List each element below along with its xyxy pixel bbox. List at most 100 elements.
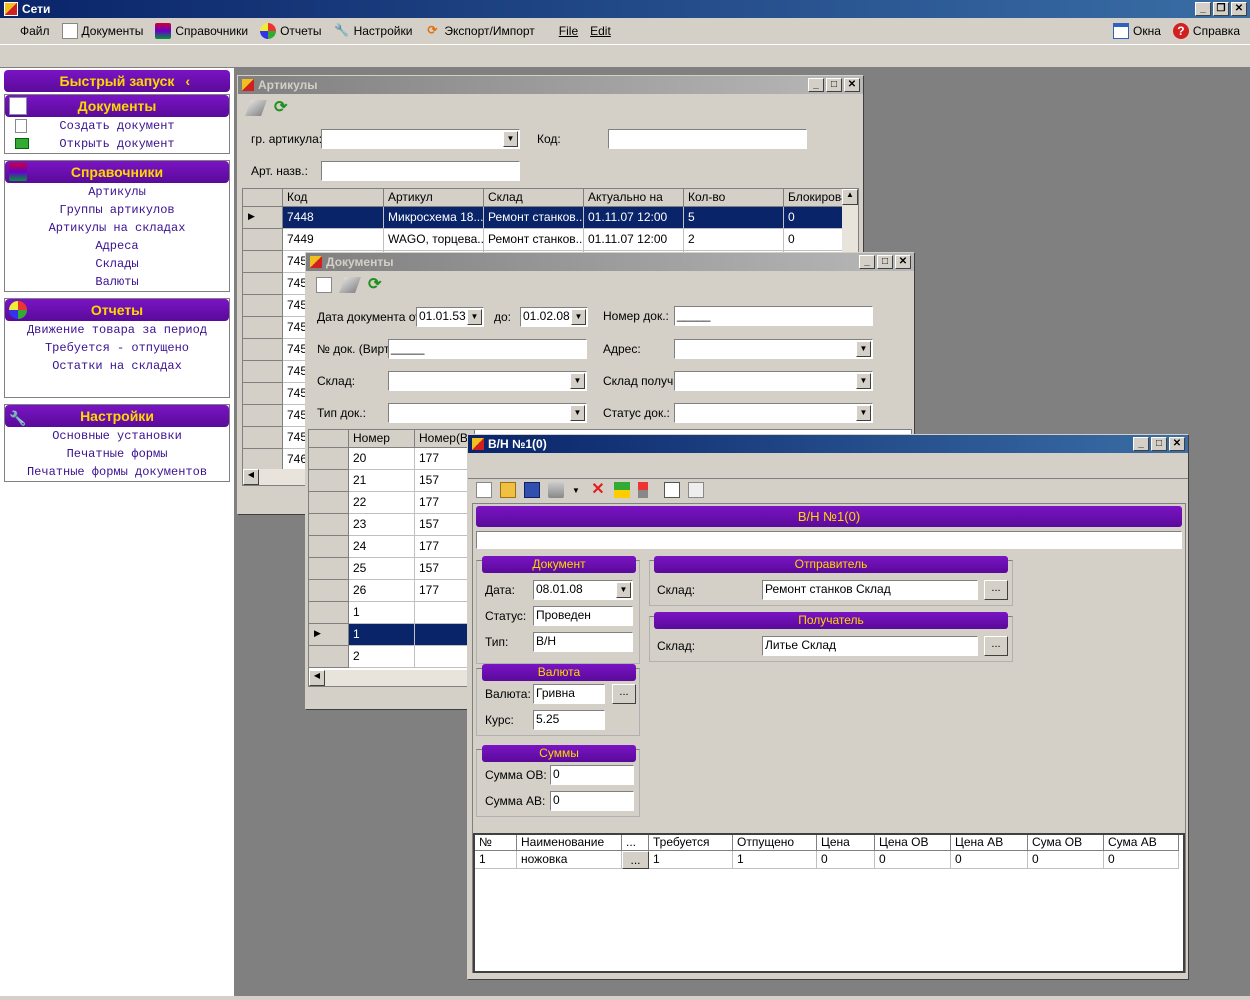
menu-export-import[interactable]: ⟳ Экспорт/Импорт xyxy=(418,20,540,42)
row-selector[interactable] xyxy=(243,383,283,405)
date-to-picker[interactable]: 01.02.08 ▼ xyxy=(520,307,588,327)
minimize-button[interactable]: _ xyxy=(859,255,875,269)
cell[interactable]: WAGO, торцева... xyxy=(384,229,484,251)
chevron-down-icon[interactable]: ▼ xyxy=(570,405,585,421)
col-blocked[interactable]: Блокирова xyxy=(784,189,844,207)
documents-window-titlebar[interactable]: Документы _ □ ✕ xyxy=(306,253,914,271)
close-button[interactable]: ✕ xyxy=(1231,2,1247,16)
row-selector[interactable] xyxy=(309,514,349,536)
new-document-icon[interactable] xyxy=(476,482,492,498)
row-selector[interactable]: ▶ xyxy=(243,207,283,229)
table-row-cell[interactable]: 0 xyxy=(951,851,1028,869)
table-row-number[interactable]: 24 xyxy=(349,536,415,558)
cell[interactable]: Ремонт станков... xyxy=(484,207,584,229)
menu-settings[interactable]: 🔧 Настройки xyxy=(328,20,419,42)
close-button[interactable]: ✕ xyxy=(844,78,860,92)
sidebar-link-article-groups[interactable]: Группы артикулов xyxy=(5,201,229,219)
table-row-number[interactable]: 26 xyxy=(349,580,415,602)
invoice-window-titlebar[interactable]: В/Н №1(0) _ □ ✕ xyxy=(468,435,1188,453)
items-col-header[interactable]: № xyxy=(475,835,517,851)
close-button[interactable]: ✕ xyxy=(895,255,911,269)
cell[interactable]: 7448 xyxy=(283,207,384,229)
row-selector[interactable] xyxy=(309,558,349,580)
cell[interactable]: 01.11.07 12:00 xyxy=(584,229,684,251)
chevron-left-icon[interactable]: ‹ xyxy=(185,70,190,92)
table-row-number-v[interactable]: 157 xyxy=(415,470,475,492)
row-selector[interactable] xyxy=(243,427,283,449)
table-row-cell[interactable]: 1 xyxy=(733,851,817,869)
table-row-number-v[interactable]: 177 xyxy=(415,536,475,558)
menu-edit[interactable]: Edit xyxy=(584,20,617,42)
sidebar-link-create-document[interactable]: Создать документ xyxy=(5,117,229,135)
table-row-cell[interactable]: 0 xyxy=(1028,851,1104,869)
table-row-number[interactable]: 21 xyxy=(349,470,415,492)
maximize-button[interactable]: □ xyxy=(826,78,842,92)
cell[interactable]: 0 xyxy=(784,207,844,229)
row-selector[interactable] xyxy=(243,405,283,427)
doc-number-input[interactable]: _____ xyxy=(674,306,873,326)
date-from-picker[interactable]: 01.01.53 ▼ xyxy=(416,307,484,327)
table-row-number[interactable]: 22 xyxy=(349,492,415,514)
refresh-icon[interactable]: ⟳ xyxy=(368,277,384,293)
row-selector[interactable] xyxy=(309,536,349,558)
sum-av-field[interactable]: 0 xyxy=(550,791,634,811)
warehouse-combo[interactable]: ▼ xyxy=(388,371,587,391)
app-titlebar[interactable]: Сети _ ❐ ✕ xyxy=(0,0,1250,18)
table-row-cell[interactable]: ножовка xyxy=(517,851,622,869)
receiver-warehouse-field[interactable]: Литье Склад xyxy=(762,636,978,656)
menu-references[interactable]: Справочники xyxy=(149,20,254,42)
delete-icon[interactable]: ✕ xyxy=(590,482,606,498)
sidebar-group-references-header[interactable]: Справочники xyxy=(5,161,229,183)
items-col-header[interactable]: ... xyxy=(622,835,649,851)
warehouse-recv-combo[interactable]: ▼ xyxy=(674,371,873,391)
code-input[interactable] xyxy=(608,129,807,149)
currency-field[interactable]: Гривна xyxy=(533,684,605,704)
table-row-cell[interactable]: 1 xyxy=(475,851,517,869)
close-button[interactable]: ✕ xyxy=(1169,437,1185,451)
scroll-up-icon[interactable]: ▲ xyxy=(842,189,858,205)
row-selector[interactable] xyxy=(243,229,283,251)
row-selector[interactable] xyxy=(243,449,283,471)
row-selector[interactable] xyxy=(309,602,349,624)
items-col-header[interactable]: Наименование xyxy=(517,835,622,851)
refresh-icon[interactable]: ⟳ xyxy=(274,100,290,116)
cell[interactable]: 7449 xyxy=(283,229,384,251)
table-row-number-v[interactable]: 177 xyxy=(415,492,475,514)
eraser-icon[interactable] xyxy=(245,100,267,116)
row-selector[interactable] xyxy=(309,646,349,668)
sidebar-link-basic-settings[interactable]: Основные установки xyxy=(5,427,229,445)
table-row-number-v[interactable] xyxy=(415,624,475,646)
doc-status-combo[interactable]: ▼ xyxy=(674,403,873,423)
table-row-number[interactable]: 1 xyxy=(349,624,415,646)
menu-help[interactable]: ? Справка xyxy=(1167,20,1246,42)
eraser-icon[interactable] xyxy=(339,277,361,293)
table-row-number[interactable]: 2 xyxy=(349,646,415,668)
minimize-button[interactable]: _ xyxy=(808,78,824,92)
cell[interactable]: 0 xyxy=(784,229,844,251)
group-combo[interactable]: ▼ xyxy=(321,129,520,149)
row-selector[interactable] xyxy=(243,317,283,339)
new-document-icon[interactable] xyxy=(316,277,332,293)
row-selector[interactable] xyxy=(243,273,283,295)
row-selector[interactable] xyxy=(243,295,283,317)
col-code[interactable]: Код xyxy=(283,189,384,207)
menu-file[interactable]: Файл xyxy=(14,20,56,42)
maximize-button[interactable]: □ xyxy=(877,255,893,269)
scroll-left-icon[interactable]: ◀ xyxy=(309,670,325,686)
sidebar-group-settings-header[interactable]: 🔧 Настройки xyxy=(5,405,229,427)
virt-number-input[interactable]: _____ xyxy=(388,339,587,359)
add-row-icon[interactable] xyxy=(613,482,630,498)
table-row-number-v[interactable]: 157 xyxy=(415,514,475,536)
table-row-number-v[interactable]: 177 xyxy=(415,580,475,602)
row-selector[interactable] xyxy=(309,580,349,602)
table-row-cell[interactable]: 0 xyxy=(817,851,875,869)
chevron-down-icon[interactable]: ▼ xyxy=(571,309,586,325)
chevron-down-icon[interactable]: ▼ xyxy=(856,341,871,357)
items-col-header[interactable]: Цена ОВ xyxy=(875,835,951,851)
invoice-description-input[interactable] xyxy=(476,531,1182,549)
sidebar-link-addresses[interactable]: Адреса xyxy=(5,237,229,255)
sidebar-link-warehouses[interactable]: Склады xyxy=(5,255,229,273)
table-row-number-v[interactable]: 177 xyxy=(415,448,475,470)
col-actual-on[interactable]: Актуально на xyxy=(584,189,684,207)
items-col-header[interactable]: Сума ОВ xyxy=(1028,835,1104,851)
